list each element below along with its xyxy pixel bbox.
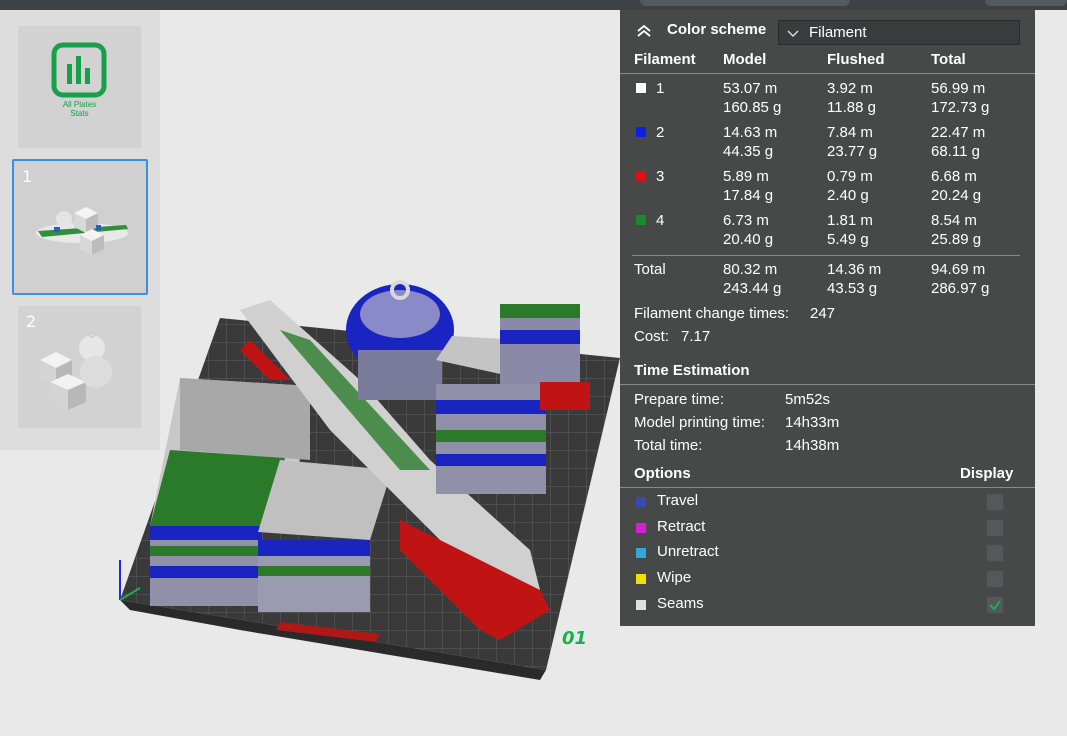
seams-display-checkbox[interactable] [986, 596, 1004, 614]
time-divider [620, 384, 1035, 385]
filament-color-swatch [636, 83, 646, 93]
model-printing-time-value: 14h33m [785, 414, 840, 431]
checkmark-icon [989, 600, 1001, 611]
unretract-display-checkbox[interactable] [986, 544, 1004, 562]
retract-display-checkbox[interactable] [986, 519, 1004, 537]
chevron-down-icon [787, 30, 799, 37]
filament-id: 3 [656, 168, 665, 185]
unretract-color-swatch [636, 548, 646, 558]
column-header-model: Model [723, 51, 767, 68]
prepare-time-value: 5m52s [785, 391, 831, 408]
model-usage: 53.07 m 160.85 g [723, 80, 782, 116]
model-usage: 6.73 m 20.40 g [723, 212, 774, 248]
model-usage: 5.89 m 17.84 g [723, 168, 774, 204]
color-scheme-label: Color scheme [667, 21, 767, 38]
total-row-label: Total [634, 261, 666, 278]
option-label: Unretract [657, 543, 719, 560]
grand-total-usage: 94.69 m 286.97 g [931, 261, 990, 297]
total-usage: 6.68 m 20.24 g [931, 168, 982, 204]
color-scheme-dropdown[interactable]: Filament [778, 20, 1020, 45]
option-label: Seams [657, 595, 704, 612]
filament-color-swatch [636, 127, 646, 137]
total-time-value: 14h38m [785, 437, 840, 454]
slicing-stats-panel: Color scheme Filament Filament Model Flu… [620, 10, 1035, 626]
options-heading: Options [634, 465, 691, 482]
filament-id: 2 [656, 124, 665, 141]
column-header-flushed: Flushed [827, 51, 885, 68]
all-plates-stats-label: All Plates Stats [18, 100, 141, 118]
plate-number-badge: 01 [562, 628, 588, 649]
options-divider [620, 487, 1035, 488]
stats-label: Stats [70, 109, 89, 118]
filament-id: 4 [656, 212, 665, 229]
total-time-label: Total time: [634, 437, 703, 454]
toolbar-tab[interactable] [985, 0, 1067, 6]
toolbar-tab[interactable] [640, 0, 850, 6]
total-divider [632, 255, 1020, 256]
column-header-total: Total [931, 51, 966, 68]
total-usage: 56.99 m 172.73 g [931, 80, 990, 116]
wipe-color-swatch [636, 574, 646, 584]
retract-color-swatch [636, 523, 646, 533]
stats-chart-icon [51, 42, 107, 98]
travel-color-swatch [636, 497, 646, 507]
collapse-chevron-icon[interactable] [636, 24, 652, 38]
option-label: Wipe [657, 569, 692, 586]
column-header-filament: Filament [634, 51, 696, 68]
model-printing-time-label: Model printing time: [634, 414, 765, 431]
plate-number: 2 [26, 312, 37, 331]
prepare-time-label: Prepare time: [634, 391, 725, 408]
seams-color-swatch [636, 600, 646, 610]
filament-change-label: Filament change times: [634, 305, 790, 322]
option-label: Retract [657, 518, 706, 535]
total-usage: 22.47 m 68.11 g [931, 124, 986, 160]
color-scheme-value: Filament [809, 24, 867, 41]
top-toolbar-strip [0, 0, 1067, 10]
display-heading: Display [960, 465, 1014, 482]
travel-display-checkbox[interactable] [986, 493, 1004, 511]
flushed-usage: 0.79 m 2.40 g [827, 168, 873, 204]
flushed-usage: 7.84 m 23.77 g [827, 124, 878, 160]
option-label: Travel [657, 492, 699, 509]
plate-number: 1 [22, 167, 33, 186]
cost-value: 7.17 [681, 328, 711, 345]
filament-id: 1 [656, 80, 665, 97]
flushed-usage: 1.81 m 5.49 g [827, 212, 873, 248]
time-estimation-heading: Time Estimation [634, 362, 750, 379]
total-usage: 8.54 m 25.89 g [931, 212, 982, 248]
3d-preview-viewport[interactable] [100, 270, 640, 690]
flushed-usage: 3.92 m 11.88 g [827, 80, 876, 116]
filament-color-swatch [636, 215, 646, 225]
model-usage: 14.63 m 44.35 g [723, 124, 778, 160]
wipe-display-checkbox[interactable] [986, 570, 1004, 588]
total-flushed-usage: 14.36 m 43.53 g [827, 261, 882, 297]
plate-1-preview [36, 207, 128, 255]
header-divider [620, 73, 1035, 74]
all-plates-label: All Plates [62, 100, 97, 109]
all-plates-stats-card[interactable]: All Plates Stats [18, 26, 141, 148]
filament-color-swatch [636, 171, 646, 181]
filament-change-value: 247 [810, 305, 836, 322]
total-model-usage: 80.32 m 243.44 g [723, 261, 782, 297]
cost-label: Cost: [634, 328, 670, 345]
